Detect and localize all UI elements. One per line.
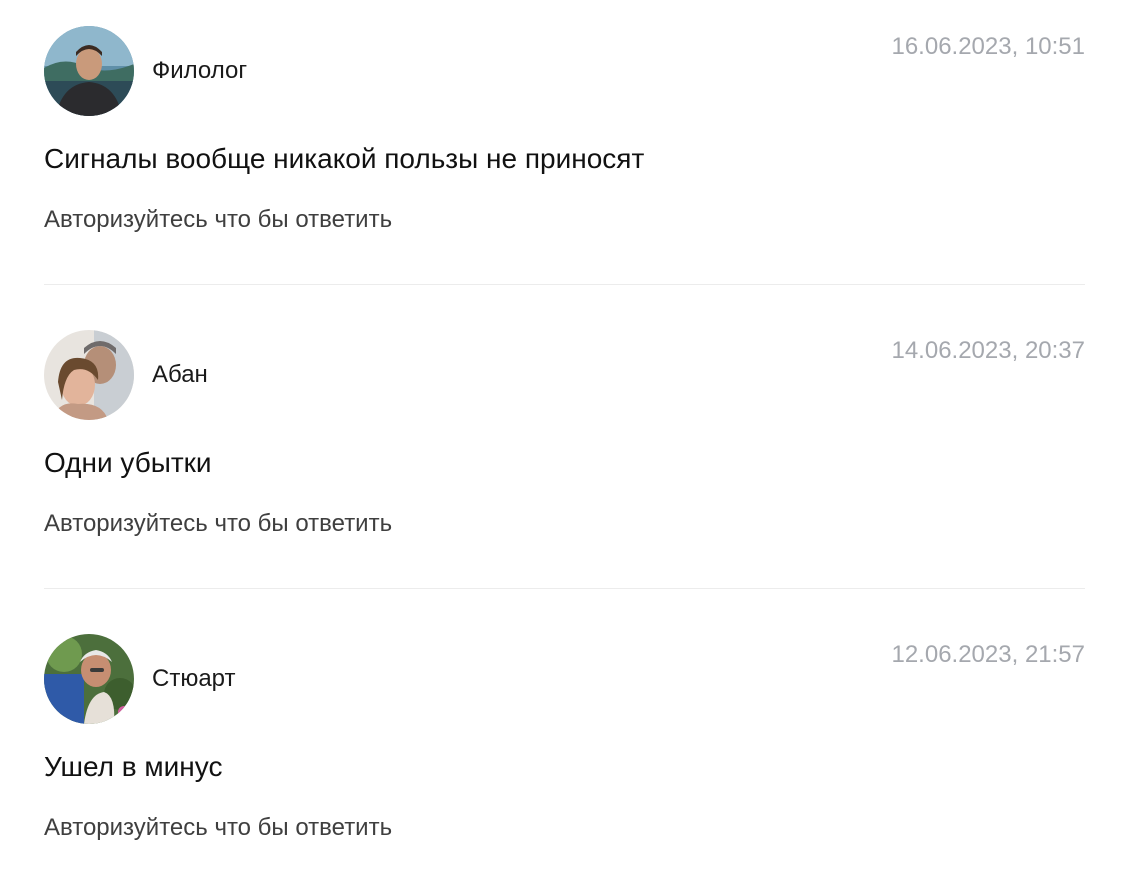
comment-date: 14.06.2023, 20:37 [891, 337, 1085, 364]
comment-date: 12.06.2023, 21:57 [891, 641, 1085, 668]
comment-author: Стюарт [152, 665, 236, 692]
avatar [44, 330, 134, 420]
comment-item: Абан 14.06.2023, 20:37 Одни убытки Автор… [44, 330, 1085, 589]
comment-item: Филолог 16.06.2023, 10:51 Сигналы вообще… [44, 26, 1085, 285]
comments-list: Филолог 16.06.2023, 10:51 Сигналы вообще… [44, 26, 1085, 892]
avatar [44, 26, 134, 116]
comment-text: Сигналы вообще никакой пользы не принося… [44, 143, 645, 174]
comment-text: Одни убытки [44, 447, 212, 478]
comment-author: Филолог [152, 57, 248, 84]
comment-item: Стюарт 12.06.2023, 21:57 Ушел в минус Ав… [44, 634, 1085, 892]
reply-link[interactable]: Авторизуйтесь что бы ответить [44, 510, 392, 538]
avatar [44, 634, 134, 724]
comment-date: 16.06.2023, 10:51 [891, 33, 1085, 60]
comment-author: Абан [152, 361, 208, 388]
comment-text: Ушел в минус [44, 751, 223, 782]
reply-link[interactable]: Авторизуйтесь что бы ответить [44, 206, 392, 234]
reply-link[interactable]: Авторизуйтесь что бы ответить [44, 814, 392, 842]
